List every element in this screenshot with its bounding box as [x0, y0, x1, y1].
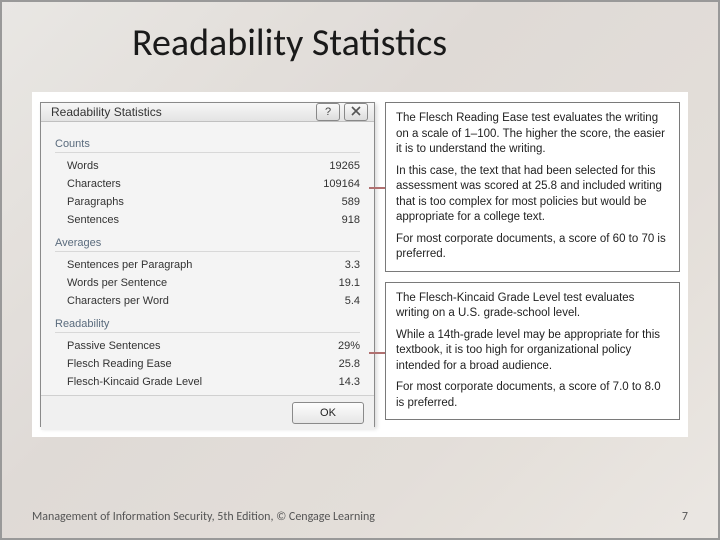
page-number: 7: [682, 510, 688, 524]
ok-button[interactable]: OK: [292, 402, 364, 424]
row-spp: Sentences per Paragraph 3.3: [55, 258, 360, 272]
averages-heading: Averages: [55, 237, 360, 252]
value: 29%: [338, 340, 360, 352]
row-sentences: Sentences 918: [55, 213, 360, 227]
label: Words: [67, 160, 99, 172]
value: 918: [342, 214, 360, 226]
label: Sentences: [67, 214, 119, 226]
label: Paragraphs: [67, 196, 124, 208]
paragraph: For most corporate documents, a score of…: [396, 232, 669, 263]
row-fre: Flesch Reading Ease 25.8: [55, 357, 360, 371]
close-icon: [351, 106, 361, 119]
value: 19265: [329, 160, 360, 172]
connector-line: [369, 352, 385, 354]
help-icon: ?: [325, 106, 331, 118]
row-words: Words 19265: [55, 159, 360, 173]
value: 25.8: [339, 358, 360, 370]
label: Characters per Word: [67, 295, 169, 307]
paragraph: For most corporate documents, a score of…: [396, 380, 669, 411]
value: 109164: [323, 178, 360, 190]
row-fkg: Flesch-Kincaid Grade Level 14.3: [55, 375, 360, 389]
row-cpw: Characters per Word 5.4: [55, 294, 360, 308]
label: Flesch Reading Ease: [67, 358, 172, 370]
label: Characters: [67, 178, 121, 190]
info-box-flesch-ease: The Flesch Reading Ease test evaluates t…: [385, 102, 680, 272]
row-wps: Words per Sentence 19.1: [55, 276, 360, 290]
readability-heading: Readability: [55, 318, 360, 333]
label: Sentences per Paragraph: [67, 259, 192, 271]
content-area: Readability Statistics ? Counts Words 192…: [32, 92, 688, 437]
value: 589: [342, 196, 360, 208]
value: 14.3: [339, 376, 360, 388]
dialog-body: Counts Words 19265 Characters 109164 Parag…: [41, 122, 374, 395]
readability-dialog: Readability Statistics ? Counts Words 192…: [40, 102, 375, 427]
value: 19.1: [339, 277, 360, 289]
page-title: Readability Statistics: [132, 20, 447, 66]
label: Words per Sentence: [67, 277, 167, 289]
label: Flesch-Kincaid Grade Level: [67, 376, 202, 388]
counts-heading: Counts: [55, 138, 360, 153]
paragraph: The Flesch-Kincaid Grade Level test eval…: [396, 291, 669, 322]
label: Passive Sentences: [67, 340, 161, 352]
paragraph: The Flesch Reading Ease test evaluates t…: [396, 111, 669, 158]
dialog-titlebar: Readability Statistics ?: [41, 103, 374, 122]
right-column: The Flesch Reading Ease test evaluates t…: [385, 102, 680, 427]
footer-text: Management of Information Security, 5th …: [32, 510, 375, 524]
paragraph: While a 14th-grade level may be appropri…: [396, 328, 669, 375]
slide: Readability Statistics Readability Stati…: [0, 0, 720, 540]
row-passive: Passive Sentences 29%: [55, 339, 360, 353]
connector-line: [369, 187, 385, 189]
value: 5.4: [345, 295, 360, 307]
dialog-title: Readability Statistics: [51, 105, 312, 119]
row-characters: Characters 109164: [55, 177, 360, 191]
close-button[interactable]: [344, 103, 368, 121]
row-paragraphs: Paragraphs 589: [55, 195, 360, 209]
paragraph: In this case, the text that had been sel…: [396, 164, 669, 226]
slide-footer: Management of Information Security, 5th …: [32, 510, 688, 524]
value: 3.3: [345, 259, 360, 271]
dialog-footer: OK: [41, 395, 374, 430]
info-box-flesch-kincaid: The Flesch-Kincaid Grade Level test eval…: [385, 282, 680, 421]
help-button[interactable]: ?: [316, 103, 340, 121]
